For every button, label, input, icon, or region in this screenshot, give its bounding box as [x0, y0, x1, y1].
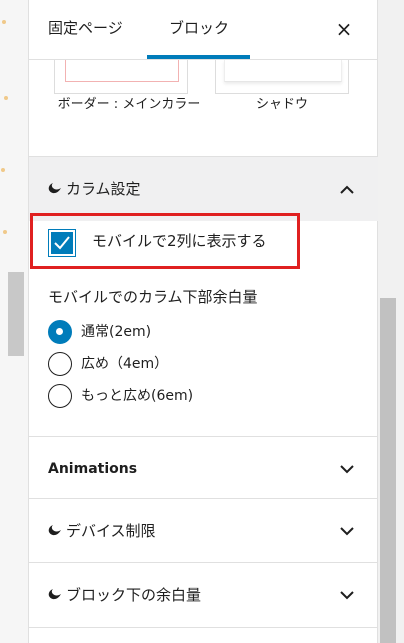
- close-icon[interactable]: ×: [329, 14, 359, 44]
- preview-box: [65, 60, 179, 82]
- style-label-border-main-color: ボーダー : メインカラー: [57, 97, 201, 112]
- checkmark-icon: [54, 236, 70, 250]
- block-bottom-margin-label: ブロック下の余白量: [66, 586, 202, 604]
- device-restriction-panel-header[interactable]: デバイス制限: [29, 499, 378, 563]
- column-settings-header[interactable]: カラム設定: [29, 157, 378, 221]
- bottom-margin-heading: モバイルでのカラム下部余白量: [48, 288, 258, 306]
- margin-option-wider[interactable]: もっと広め(6em): [48, 382, 308, 410]
- decor-dot: [3, 230, 7, 234]
- column-settings-title: カラム設定: [48, 157, 141, 221]
- tab-page[interactable]: 固定ページ: [48, 0, 123, 60]
- decor-dot: [4, 96, 8, 100]
- style-variations: ボーダー : メインカラー シャドウ: [29, 60, 378, 157]
- column-settings-label: カラム設定: [66, 180, 141, 198]
- mobile-two-columns-checkbox[interactable]: [48, 229, 76, 257]
- active-tab-indicator: [147, 55, 250, 59]
- decor-dot: [2, 20, 6, 24]
- block-bottom-margin-panel-header[interactable]: ブロック下の余白量: [29, 563, 378, 627]
- style-preview-shadow[interactable]: [215, 60, 349, 94]
- device-restriction-title: デバイス制限: [48, 499, 156, 563]
- canvas-scrollbar-thumb[interactable]: [8, 272, 24, 356]
- divider: [29, 627, 378, 628]
- device-restriction-label: デバイス制限: [66, 522, 156, 540]
- margin-option-label: 広め（4em）: [81, 356, 169, 372]
- animations-panel-header[interactable]: Animations: [29, 437, 378, 501]
- animations-title: Animations: [48, 461, 138, 477]
- style-preview-border-main-color[interactable]: [54, 60, 188, 94]
- margin-option-wide[interactable]: 広め（4em）: [48, 350, 308, 378]
- sidebar-scrollbar-thumb[interactable]: [380, 298, 396, 643]
- preview-box: [224, 60, 342, 82]
- margin-option-normal[interactable]: 通常(2em): [48, 318, 308, 346]
- brand-bird-icon: [48, 589, 61, 600]
- radio-checked[interactable]: [48, 320, 72, 344]
- style-label-shadow: シャドウ: [255, 97, 308, 112]
- radio-unchecked[interactable]: [48, 384, 72, 408]
- mobile-two-columns-option: モバイルで2列に表示する: [30, 213, 300, 269]
- mobile-two-columns-label: モバイルで2列に表示する: [92, 232, 267, 250]
- chevron-up-icon[interactable]: [340, 157, 354, 221]
- margin-option-label: 通常(2em): [81, 324, 152, 340]
- chevron-down-icon[interactable]: [340, 563, 354, 627]
- decor-dot: [1, 168, 5, 172]
- block-bottom-margin-title: ブロック下の余白量: [48, 563, 201, 627]
- chevron-down-icon[interactable]: [340, 499, 354, 563]
- brand-bird-icon: [48, 525, 61, 536]
- chevron-down-icon[interactable]: [340, 437, 354, 501]
- block-settings-sidebar: 固定ページ ブロック × ボーダー : メインカラー シャドウ カラム設定 モバ…: [28, 0, 378, 643]
- brand-bird-icon: [48, 183, 61, 194]
- tab-block[interactable]: ブロック: [149, 0, 249, 60]
- radio-unchecked[interactable]: [48, 352, 72, 376]
- margin-option-label: もっと広め(6em): [81, 388, 194, 404]
- sidebar-tabs: 固定ページ ブロック ×: [29, 0, 378, 60]
